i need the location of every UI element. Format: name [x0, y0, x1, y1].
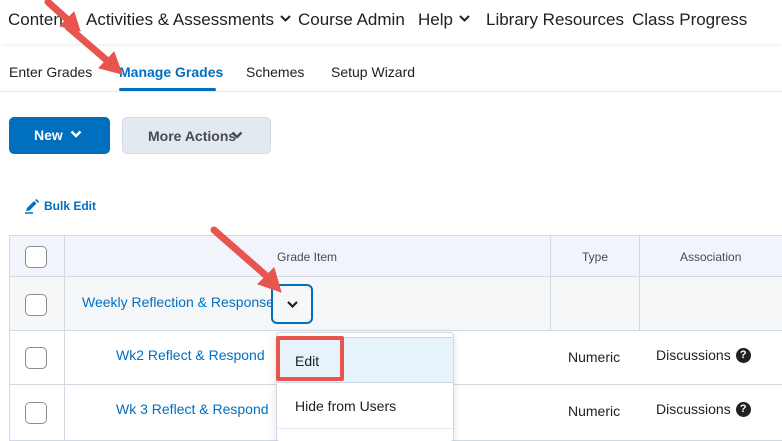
- tab-setup-wizard[interactable]: Setup Wizard: [331, 64, 415, 80]
- category-context-menu-button[interactable]: [271, 284, 313, 324]
- chevron-down-icon: [459, 15, 470, 22]
- row-checkbox[interactable]: [25, 347, 47, 369]
- menu-item-label: Hide from Users: [295, 398, 397, 414]
- category-name-link[interactable]: Weekly Reflection & Response: [82, 294, 274, 310]
- bulk-edit-pencil-icon: [25, 199, 39, 215]
- chevron-down-icon: [280, 15, 291, 22]
- type-cell: Numeric: [568, 349, 621, 365]
- nav-activities-assessments[interactable]: Activities & Assessments: [86, 10, 291, 30]
- tab-schemes[interactable]: Schemes: [246, 64, 304, 80]
- edit-highlight-box: [276, 336, 344, 381]
- new-button-label: New: [34, 127, 63, 143]
- tab-manage-grades[interactable]: Manage Grades: [119, 64, 223, 80]
- select-all-checkbox[interactable]: [25, 246, 47, 268]
- course-nav-bar: Content Activities & Assessments Course …: [0, 0, 782, 44]
- nav-activities-label: Activities & Assessments: [86, 10, 275, 29]
- column-divider: [550, 235, 551, 331]
- grade-item-link[interactable]: Wk2 Reflect & Respond: [116, 347, 265, 363]
- help-icon[interactable]: ?: [735, 401, 751, 417]
- more-actions-button[interactable]: More Actions: [122, 117, 271, 154]
- nav-library-resources[interactable]: Library Resources: [486, 10, 624, 30]
- chevron-down-icon: [70, 130, 82, 138]
- bulk-edit-label: Bulk Edit: [44, 199, 97, 213]
- bulk-edit-link[interactable]: Bulk Edit: [24, 199, 97, 215]
- category-checkbox[interactable]: [25, 294, 47, 316]
- help-icon[interactable]: ?: [735, 347, 751, 363]
- category-row: Weekly Reflection & Response: [9, 277, 782, 331]
- column-header-grade-item: Grade Item: [277, 250, 338, 264]
- nav-course-admin[interactable]: Course Admin: [298, 10, 405, 30]
- table-header-row: Grade Item Type Association: [9, 235, 782, 277]
- column-divider: [639, 235, 640, 331]
- more-actions-label: More Actions: [148, 128, 237, 144]
- active-tab-indicator: [119, 88, 216, 91]
- menu-item-hide-from-users[interactable]: Hide from Users: [277, 383, 453, 429]
- new-button[interactable]: New: [9, 117, 110, 154]
- type-cell: Numeric: [568, 403, 621, 419]
- chevron-down-icon: [287, 301, 298, 308]
- grades-subnav: Enter Grades Manage Grades Schemes Setup…: [0, 44, 782, 92]
- association-cell: Discussions?: [656, 347, 751, 364]
- chevron-down-icon: [231, 131, 243, 139]
- row-checkbox[interactable]: [25, 402, 47, 424]
- column-divider: [64, 235, 65, 441]
- nav-content[interactable]: Content: [8, 10, 68, 30]
- table-left-border: [9, 235, 10, 441]
- nav-help[interactable]: Help: [418, 10, 470, 30]
- association-label: Discussions: [656, 401, 731, 417]
- nav-class-progress[interactable]: Class Progress: [632, 10, 747, 30]
- association-cell: Discussions?: [656, 401, 751, 418]
- nav-help-label: Help: [418, 10, 453, 29]
- tab-enter-grades[interactable]: Enter Grades: [9, 64, 92, 80]
- column-header-type: Type: [582, 250, 609, 264]
- grade-item-link[interactable]: Wk 3 Reflect & Respond: [116, 401, 269, 417]
- association-label: Discussions: [656, 347, 731, 363]
- column-header-association: Association: [680, 250, 742, 264]
